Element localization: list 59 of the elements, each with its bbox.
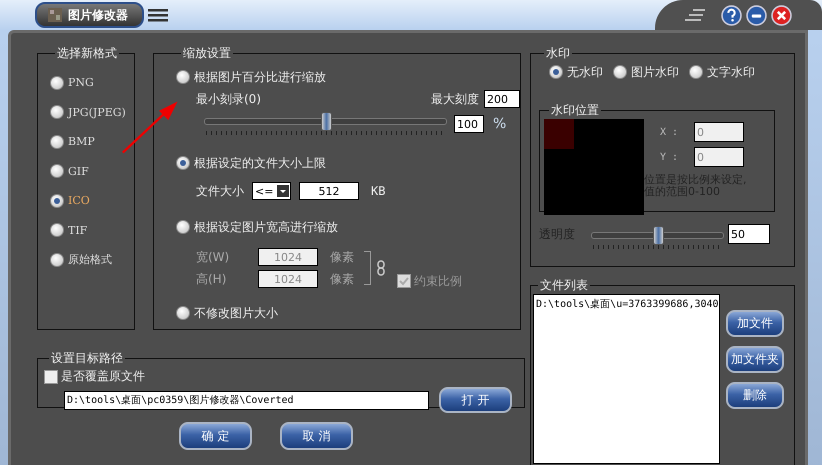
file-button[interactable]: 加文件	[726, 310, 784, 337]
open-button[interactable]: 打 开	[439, 387, 512, 413]
file-item[interactable]: D:\tools\桌面\u=3763399686,3040	[534, 295, 719, 313]
minimize-icon[interactable]	[746, 4, 767, 26]
group-title: 水印位置	[550, 102, 600, 119]
opacity-input[interactable]: 50	[728, 224, 770, 244]
path-input[interactable]: D:\tools\桌面\pc0359\图片修改器\Coverted	[64, 390, 429, 410]
max-label: 最大刻度	[431, 90, 479, 108]
scaling-radio[interactable]: 根据设定的文件大小上限	[176, 152, 520, 174]
opacity-slider[interactable]	[591, 226, 724, 250]
scale-slider[interactable]	[204, 112, 447, 136]
close-icon[interactable]	[771, 4, 792, 26]
scaling-radio[interactable]: 根据设定图片宽高进行缩放	[176, 216, 520, 238]
overwrite-checkbox[interactable]: 是否覆盖原文件	[44, 368, 524, 385]
format-radio[interactable]: 原始格式	[50, 245, 134, 274]
group-title: 水印	[545, 45, 571, 62]
width-label: 宽(W)	[196, 248, 230, 266]
pixel-unit: 像素	[330, 248, 354, 266]
group-title: 缩放设置	[182, 45, 232, 62]
min-label: 最小刻录(0)	[196, 90, 261, 108]
app-icon	[47, 7, 63, 23]
group-title: 文件列表	[539, 277, 589, 294]
format-radio[interactable]: TIF	[50, 216, 134, 245]
size-unit: KB	[371, 184, 386, 198]
format-radio[interactable]: PNG	[50, 68, 134, 98]
percent-unit: %	[493, 116, 506, 132]
percent-input[interactable]: 100	[454, 115, 484, 133]
dialog-button[interactable]: 取 消	[280, 422, 353, 450]
watermark-radio[interactable]: 文字水印	[689, 62, 755, 82]
bracket-line	[364, 251, 371, 285]
scaling-radio[interactable]: 根据图片百分比进行缩放	[176, 66, 520, 88]
x-label: X :	[660, 126, 680, 138]
file-button[interactable]: 删除	[726, 382, 784, 409]
window-title: 图片修改器	[35, 2, 144, 28]
check-icon	[398, 275, 410, 287]
pixel-unit: 像素	[330, 270, 354, 288]
format-radio[interactable]: ICO	[50, 186, 134, 216]
y-label: Y :	[660, 152, 680, 162]
format-radio[interactable]: GIF	[50, 156, 134, 186]
caret-icon	[277, 185, 289, 197]
file-list[interactable]: D:\tools\桌面\u=3763399686,3040	[533, 294, 720, 464]
size-input[interactable]: 512	[299, 182, 359, 200]
compare-select[interactable]: <=	[252, 182, 291, 200]
watermark-radio[interactable]: 图片水印	[613, 62, 679, 82]
max-input[interactable]: 200	[484, 90, 520, 108]
chain-icon	[377, 260, 385, 276]
dialog-button[interactable]: 确 定	[179, 422, 252, 450]
watermark-radio[interactable]: 无水印	[549, 62, 603, 82]
format-radio[interactable]: JPG(JPEG)	[50, 98, 134, 127]
group-title: 设置目标路径	[50, 350, 124, 367]
help-icon[interactable]	[721, 4, 742, 26]
grip-icon	[685, 8, 707, 22]
scaling-radio[interactable]: 不修改图片大小	[176, 302, 520, 324]
file-button[interactable]: 加文件夹	[726, 346, 784, 373]
format-radio[interactable]: BMP	[50, 127, 134, 156]
height-label: 高(H)	[196, 270, 228, 288]
menu-icon[interactable]	[148, 8, 168, 22]
size-label: 文件大小	[196, 182, 244, 200]
group-title: 选择新格式	[56, 45, 118, 62]
